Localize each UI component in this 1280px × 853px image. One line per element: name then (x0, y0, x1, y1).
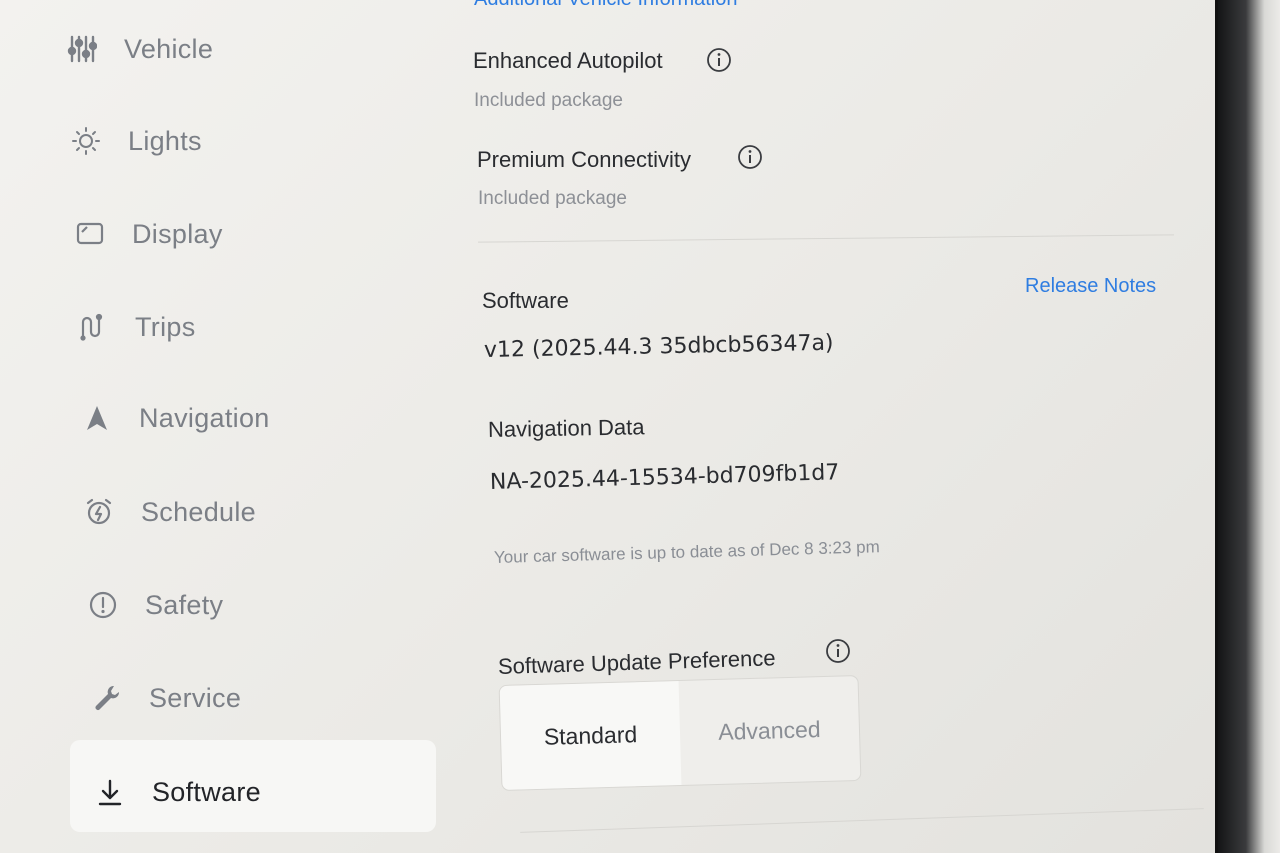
navigation-data-value: NA-2025.44-15534-bd709fb1d7 (489, 460, 840, 495)
device-frame: Vehicle Lights Display Trips Navigation … (0, 0, 1280, 853)
package-title-premium-connectivity: Premium Connectivity (477, 147, 691, 172)
navigation-data-label: Navigation Data (487, 414, 645, 442)
sidebar-item-schedule[interactable]: Schedule (79, 495, 256, 529)
info-icon[interactable] (706, 47, 732, 73)
software-label: Software (482, 288, 569, 313)
sun-icon (66, 124, 106, 158)
additional-vehicle-info-link[interactable]: Additional Vehicle Information (474, 0, 738, 11)
update-preference-label: Software Update Preference (497, 645, 776, 679)
sidebar-item-label: Navigation (139, 402, 270, 433)
option-standard[interactable]: Standard (499, 681, 682, 790)
update-preference-toggle: Standard Advanced (498, 674, 862, 792)
sidebar-item-vehicle[interactable]: Vehicle (62, 32, 213, 66)
sidebar-item-trips[interactable]: Trips (73, 310, 196, 344)
release-notes-link[interactable]: Release Notes (1025, 275, 1156, 298)
sidebar-item-display[interactable]: Display (70, 217, 223, 251)
sidebar-item-label: Vehicle (124, 33, 214, 64)
sidebar-item-lights[interactable]: Lights (66, 124, 202, 158)
info-icon[interactable] (737, 144, 763, 170)
sidebar-item-label: Trips (135, 311, 196, 342)
sidebar-item-label: Software (152, 776, 261, 807)
sidebar-item-label: Display (132, 218, 223, 249)
package-title-enhanced-autopilot: Enhanced Autopilot (473, 48, 663, 73)
sidebar-item-safety[interactable]: Safety (83, 588, 223, 622)
download-icon (90, 775, 130, 809)
package-status: Included package (474, 90, 623, 111)
display-icon (70, 217, 110, 251)
sidebar-item-navigation[interactable]: Navigation (77, 401, 270, 435)
touchscreen: Vehicle Lights Display Trips Navigation … (0, 0, 1219, 853)
navigation-arrow-icon (77, 401, 117, 435)
alarm-clock-icon (79, 495, 119, 529)
trips-icon (73, 310, 113, 344)
section-divider (478, 234, 1174, 243)
option-advanced[interactable]: Advanced (679, 676, 861, 785)
sliders-icon (62, 32, 102, 66)
sidebar-item-label: Service (149, 682, 242, 713)
settings-sidebar: Vehicle Lights Display Trips Navigation … (0, 0, 460, 853)
sidebar-item-software[interactable]: Software (90, 775, 261, 809)
software-version: v12 (2025.44.3 35dbcb56347a) (483, 330, 834, 363)
bottom-divider (520, 808, 1204, 833)
package-status: Included package (478, 188, 627, 209)
sidebar-item-service[interactable]: Service (87, 681, 241, 715)
sidebar-item-label: Schedule (141, 496, 256, 527)
sidebar-item-label: Lights (128, 125, 202, 156)
device-bezel (1218, 0, 1280, 853)
sidebar-item-label: Safety (145, 589, 224, 620)
wrench-icon (87, 681, 127, 715)
exclamation-circle-icon (83, 588, 123, 622)
software-status-note: Your car software is up to date as of De… (493, 537, 880, 567)
info-icon[interactable] (825, 638, 851, 664)
